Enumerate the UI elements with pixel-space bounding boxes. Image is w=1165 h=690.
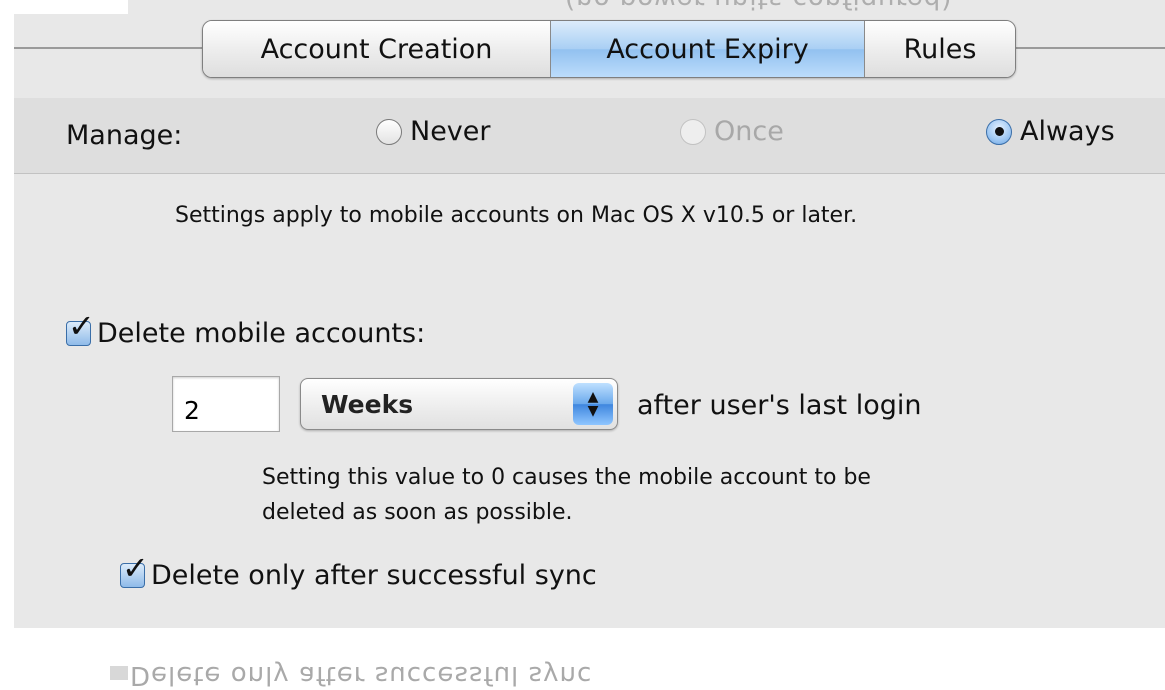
tab-account-creation[interactable]: Account Creation xyxy=(203,21,551,77)
delete-interval-unit-select[interactable]: Weeks ▲ ▼ xyxy=(300,378,618,430)
manage-never-radio[interactable]: Never xyxy=(376,116,491,147)
radio-never-circle[interactable] xyxy=(376,118,402,145)
delete-mobile-accounts-row[interactable]: ✓ Delete mobile accounts: xyxy=(66,310,426,349)
radio-always-label: Always xyxy=(1020,116,1115,147)
delete-hint-line-1: Setting this value to 0 causes the mobil… xyxy=(262,465,871,490)
unit-select-value: Weeks xyxy=(321,390,414,419)
checkmark-icon: ✓ xyxy=(68,307,95,345)
tab-divider-right xyxy=(1016,47,1165,49)
delete-mobile-accounts-checkbox[interactable]: ✓ xyxy=(66,310,95,346)
checkmark-icon: ✓ xyxy=(122,549,149,587)
tab-bar: Account Creation Account Expiry Rules xyxy=(202,20,1016,78)
manage-label: Manage: xyxy=(66,120,183,151)
delete-hint-text: Setting this value to 0 causes the mobil… xyxy=(262,460,871,530)
settings-note: Settings apply to mobile accounts on Mac… xyxy=(175,203,858,228)
manage-row-separator xyxy=(14,173,1165,174)
preferences-panel xyxy=(14,0,1165,628)
after-last-login-text: after user's last login xyxy=(637,390,922,421)
radio-selected-dot xyxy=(994,127,1004,136)
reflected-checkbox xyxy=(110,666,128,680)
radio-once-circle xyxy=(680,118,706,145)
reflected-footer-text: Delete only after successful sync xyxy=(130,660,593,690)
manage-row: Manage: Never Once Always xyxy=(14,98,1165,174)
delete-after-sync-row[interactable]: ✓ Delete only after successful sync xyxy=(120,552,597,591)
delete-interval-input[interactable] xyxy=(172,376,280,432)
delete-after-sync-label: Delete only after successful sync xyxy=(151,560,597,591)
radio-never-label: Never xyxy=(410,116,491,147)
radio-once-label: Once xyxy=(714,116,784,147)
radio-always-circle[interactable] xyxy=(986,118,1012,145)
tab-divider-left xyxy=(14,47,204,49)
tab-rules[interactable]: Rules xyxy=(865,21,1015,77)
manage-once-radio: Once xyxy=(680,116,784,147)
up-down-arrows-icon: ▲ ▼ xyxy=(573,383,613,425)
reflected-header-text: (no power units configured) xyxy=(565,0,1165,14)
delete-mobile-accounts-label: Delete mobile accounts: xyxy=(97,318,426,349)
delete-hint-line-2: deleted as soon as possible. xyxy=(262,500,573,525)
manage-always-radio[interactable]: Always xyxy=(986,116,1115,147)
top-white-strip xyxy=(0,0,128,14)
tab-account-expiry[interactable]: Account Expiry xyxy=(551,21,865,77)
delete-after-sync-checkbox[interactable]: ✓ xyxy=(120,552,149,588)
